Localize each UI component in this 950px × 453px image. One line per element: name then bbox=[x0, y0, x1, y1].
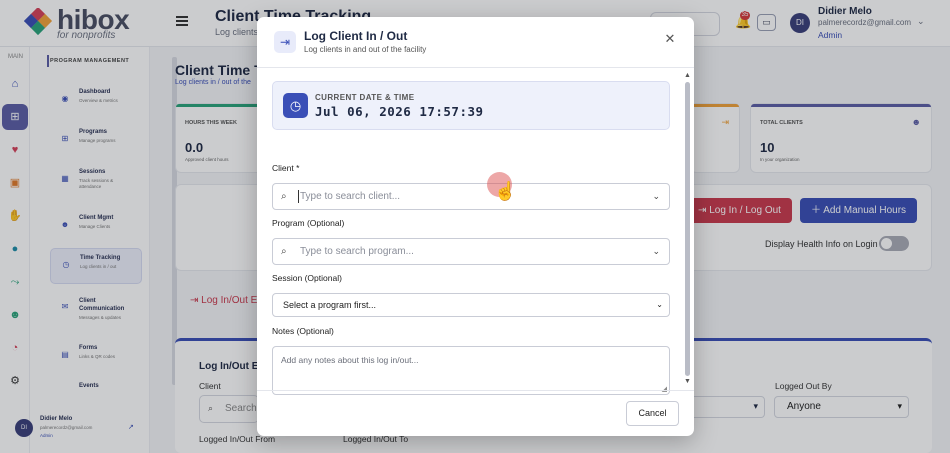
modal-title: Log Client In / Out bbox=[304, 29, 408, 43]
log-client-modal: ⇥ Log Client In / Out Log clients in and… bbox=[257, 17, 694, 436]
modal-header: ⇥ Log Client In / Out Log clients in and… bbox=[257, 17, 694, 68]
modal-scrollbar[interactable]: ▲ ▼ bbox=[684, 72, 691, 388]
login-icon: ⇥ bbox=[274, 31, 296, 53]
chevron-down-icon[interactable]: ⌄ bbox=[652, 191, 660, 202]
modal-subtitle: Log clients in and out of the facility bbox=[304, 45, 427, 54]
scroll-up-icon[interactable]: ▲ bbox=[684, 72, 691, 79]
session-label: Session (Optional) bbox=[272, 273, 342, 283]
current-datetime-box: ◷ CURRENT DATE & TIME Jul 06, 2026 17:57… bbox=[272, 81, 670, 130]
session-select-value: Select a program first... bbox=[283, 300, 377, 310]
close-icon[interactable]: ✕ bbox=[663, 32, 677, 46]
notes-label: Notes (Optional) bbox=[272, 326, 334, 336]
text-caret bbox=[298, 190, 299, 203]
client-label: Client * bbox=[272, 163, 300, 173]
client-placeholder: Type to search client... bbox=[300, 191, 401, 202]
datetime-value: Jul 06, 2026 17:57:39 bbox=[315, 104, 484, 119]
chevron-down-icon: ⌄ bbox=[656, 300, 663, 309]
search-icon: ⌕ bbox=[281, 246, 287, 257]
modal-body: ◷ CURRENT DATE & TIME Jul 06, 2026 17:57… bbox=[257, 68, 694, 395]
client-search-input[interactable]: ⌕ Type to search client... ⌄ bbox=[272, 183, 670, 210]
program-search-input[interactable]: ⌕ Type to search program... ⌄ bbox=[272, 238, 670, 265]
scrollbar-thumb[interactable] bbox=[685, 82, 690, 376]
modal-footer: Cancel bbox=[257, 390, 694, 436]
session-select[interactable]: Select a program first... ⌄ bbox=[272, 293, 670, 317]
search-icon: ⌕ bbox=[281, 191, 287, 202]
hand-cursor-icon: ☝ bbox=[494, 181, 517, 201]
clock-icon: ◷ bbox=[283, 93, 308, 118]
cancel-button[interactable]: Cancel bbox=[626, 401, 679, 426]
datetime-label: CURRENT DATE & TIME bbox=[315, 93, 415, 102]
notes-textarea[interactable]: Add any notes about this log in/out... ◢ bbox=[272, 346, 670, 395]
program-label: Program (Optional) bbox=[272, 218, 345, 228]
notes-placeholder: Add any notes about this log in/out... bbox=[281, 355, 419, 365]
program-placeholder: Type to search program... bbox=[300, 246, 414, 257]
scroll-down-icon[interactable]: ▼ bbox=[684, 378, 691, 385]
chevron-down-icon[interactable]: ⌄ bbox=[652, 246, 660, 257]
